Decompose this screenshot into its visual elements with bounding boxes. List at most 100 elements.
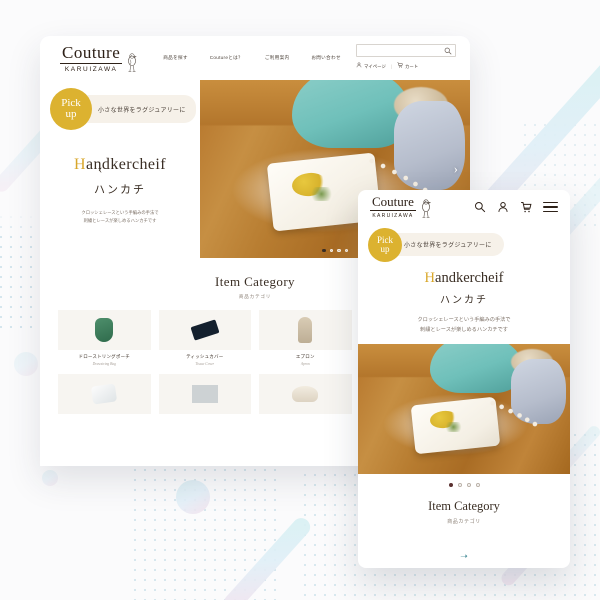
hero-tagline: 小さな世界をラグジュアリーに: [80, 95, 196, 123]
carousel-dot-3[interactable]: [337, 248, 341, 252]
cart-icon: [397, 62, 403, 68]
category-thumb: [259, 374, 352, 414]
mobile-hero-image: [358, 343, 570, 474]
mobile-carousel-dot-1[interactable]: [448, 482, 453, 487]
category-name-en: Tissue Cover: [195, 362, 215, 366]
mypage-link[interactable]: マイページ: [356, 62, 386, 70]
photo-embroidery-leaf: [308, 186, 335, 202]
mobile-hero-description-line2: 刺繍とレースが楽しめるハンカチです: [420, 327, 508, 334]
logo-brand-name: Couture: [60, 42, 123, 64]
mobile-logo-brand-sub: KARUIZAWA: [372, 213, 414, 219]
mobile-hero-tagline: 小さな世界をラグジュアリーに: [388, 233, 504, 256]
category-card[interactable]: ティッシュカバー Tissue Cover: [158, 310, 251, 366]
hero-subtitle: ハンカチ: [94, 184, 146, 196]
carousel-prev-arrow[interactable]: ‹: [98, 161, 102, 177]
utility-separator: |: [390, 63, 393, 69]
photo-pouch: [291, 80, 411, 148]
mobile-pickup-banner: 小さな世界をラグジュアリーに Pick up: [358, 226, 570, 262]
bird-icon: [422, 199, 431, 218]
search-icon[interactable]: [474, 201, 486, 213]
category-name: ティッシュカバー: [186, 354, 224, 359]
pillow-icon: [91, 383, 118, 405]
mobile-scroll-arrow[interactable]: ➝: [358, 551, 570, 562]
mobile-carousel-dot-4[interactable]: [475, 482, 480, 487]
category-thumb: [158, 310, 251, 350]
nav-item-guide[interactable]: ご利用案内: [265, 55, 289, 61]
category-thumb: [58, 374, 151, 414]
category-card[interactable]: [58, 374, 151, 414]
mobile-pickup-badge: Pick up: [368, 228, 402, 262]
category-card[interactable]: [158, 374, 251, 414]
mobile-carousel-dot-2[interactable]: [457, 482, 462, 487]
nav-item-search-products[interactable]: 商品を探す: [163, 55, 187, 61]
mobile-carousel-dots: [358, 474, 570, 487]
mobile-hero-description-line1: クロッシェレースという手編みの手法で: [417, 317, 511, 323]
hero-description-line1: クロッシェレースという手編みの手法で: [81, 210, 159, 215]
apron-icon: [298, 317, 313, 343]
decorative-circle: [176, 480, 210, 514]
desktop-utility-links: マイページ | カート: [356, 62, 456, 70]
pickup-banner: Pick up 小さな世界をラグジュアリーに: [50, 88, 196, 130]
category-card[interactable]: エプロン Apron: [259, 310, 352, 366]
mobile-category-subtitle: 商品カテゴリ: [447, 518, 481, 525]
category-name-en: Drawstring Bag: [92, 362, 116, 366]
mobile-carousel-dot-3[interactable]: [466, 482, 471, 487]
mobile-hero-title: Handkercheif: [368, 270, 560, 287]
mobile-site-logo[interactable]: Couture KARUIZAWA: [370, 195, 433, 219]
pickup-badge-line2: up: [65, 108, 77, 120]
carousel-dot-4[interactable]: [344, 248, 348, 252]
mobile-hero-subtitle: ハンカチ: [440, 295, 488, 306]
photo-pouch: [430, 343, 524, 394]
mobile-hero-text: Handkercheif ハンカチ クロッシェレースという手編みの手法で 刺繍と…: [358, 262, 570, 336]
mobile-category-header: Item Category 商品カテゴリ: [358, 487, 570, 525]
mobile-category-title: Item Category: [428, 498, 500, 513]
hamburger-menu-icon[interactable]: [543, 201, 558, 213]
carousel-dot-1[interactable]: [322, 248, 326, 252]
bird-icon: [128, 52, 138, 72]
category-name: エプロン: [295, 354, 315, 359]
pickup-badge: Pick up: [50, 88, 92, 130]
desktop-header: Couture KARUIZAWA 商品を探す Coutureとは？ ご利用案内…: [40, 36, 470, 80]
person-icon: [356, 62, 362, 68]
hero-description: クロッシェレースという手編みの手法で 刺繍とレースが楽しめるハンカチです: [81, 209, 158, 225]
category-thumb: [259, 310, 352, 350]
category-name: ドローストリングポーチ: [78, 354, 130, 359]
hero-text-panel: Pick up 小さな世界をラグジュアリーに Handkercheif ハンカチ…: [40, 80, 200, 258]
carousel-next-arrow[interactable]: ›: [454, 161, 458, 177]
search-input[interactable]: [356, 44, 456, 57]
mobile-mockup: Couture KARUIZAWA 小さな世界をラグジュアリーに Pick up…: [358, 190, 570, 568]
desktop-header-right: マイページ | カート: [356, 44, 456, 70]
carousel-dot-2[interactable]: [329, 248, 333, 252]
photo-embroidery-leaf: [442, 421, 464, 433]
category-name-en: Apron: [300, 362, 310, 366]
hero-title: Handkercheif: [74, 156, 166, 174]
mobile-pickup-badge-line2: up: [380, 244, 390, 254]
nav-item-about[interactable]: Coutureとは？: [210, 55, 243, 61]
tissue-cover-icon: [190, 319, 220, 341]
site-logo[interactable]: Couture KARUIZAWA: [60, 44, 139, 73]
mobile-hero-title-initial: H: [424, 270, 436, 286]
cart-link[interactable]: カート: [397, 62, 418, 70]
search-icon: [444, 47, 452, 54]
category-card[interactable]: [259, 374, 352, 414]
mobile-header-icons: [474, 201, 558, 213]
hero-description-line2: 刺繍とレースが楽しめるハンカチです: [83, 218, 157, 224]
category-card[interactable]: ドローストリングポーチ Drawstring Bag: [58, 310, 151, 366]
table-cover-icon: [292, 386, 319, 402]
category-thumb: [158, 374, 251, 414]
logo-brand-sub: KARUIZAWA: [64, 65, 118, 73]
person-icon[interactable]: [497, 201, 509, 213]
category-thumb: [58, 310, 151, 350]
decorative-circle: [14, 352, 38, 376]
photo-pearls: [485, 395, 549, 433]
cloth-icon: [191, 385, 218, 403]
pouch-icon: [95, 318, 114, 342]
cart-icon[interactable]: [520, 201, 532, 213]
mobile-hero-title-rest: andkercheif: [435, 270, 504, 286]
decorative-circle: [42, 470, 58, 486]
mobile-hero-photo: [358, 343, 570, 474]
nav-item-contact[interactable]: お問い合わせ: [311, 55, 340, 61]
desktop-main-nav: 商品を探す Coutureとは？ ご利用案内 お問い合わせ: [163, 55, 340, 61]
mobile-hero-description: クロッシェレースという手編みの手法で 刺繍とレースが楽しめるハンカチです: [368, 315, 560, 336]
mobile-header: Couture KARUIZAWA: [358, 190, 570, 224]
